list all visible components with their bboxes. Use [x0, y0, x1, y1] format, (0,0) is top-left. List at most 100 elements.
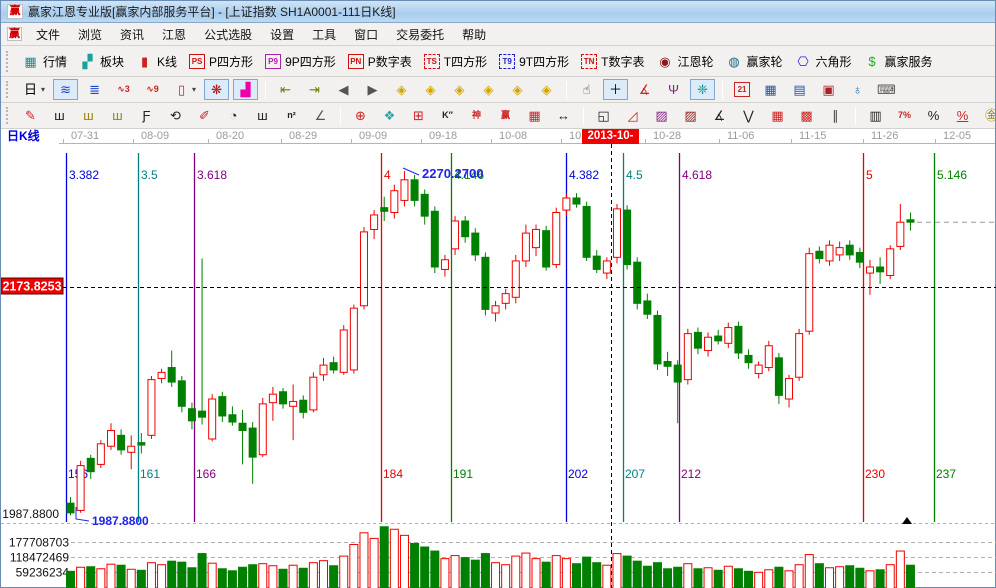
f-grid-icon[interactable]: Ƒ	[134, 105, 159, 126]
9t-square-button[interactable]: T99T四方形	[495, 51, 573, 72]
red-grid-2-icon[interactable]: ▩	[794, 105, 819, 126]
menu-item-tools[interactable]: 工具	[303, 23, 345, 46]
crop-box-icon[interactable]: ◱	[591, 105, 616, 126]
notes-icon[interactable]: ▤	[787, 79, 812, 100]
menu-item-settings[interactable]: 设置	[261, 23, 303, 46]
diamond-arrow-cross-icon[interactable]: ◈	[476, 79, 501, 100]
chan-wave-icon[interactable]: ≋	[53, 79, 78, 100]
t-number-table-button[interactable]: TNT数字表	[577, 51, 648, 72]
n-squared-icon[interactable]: n²	[279, 105, 304, 126]
period-day-icon[interactable]: 日▾	[18, 79, 49, 100]
menu-item-window[interactable]: 窗口	[345, 23, 387, 46]
smart-tool-icon[interactable]: ❈	[690, 79, 715, 100]
wave-3-icon[interactable]: ∿3	[111, 79, 136, 100]
stats-bars-icon[interactable]: ▥	[863, 105, 888, 126]
shen-grid-icon[interactable]: 神	[464, 105, 489, 126]
figure-tool-icon[interactable]: Ψ	[661, 79, 686, 100]
volume-bar	[846, 566, 854, 588]
menu-item-help[interactable]: 帮助	[453, 23, 495, 46]
percent-line-icon[interactable]: %	[950, 105, 975, 126]
spiral-icon[interactable]: ⟲	[163, 105, 188, 126]
diamond-arrow-left-icon[interactable]: ◈	[389, 79, 414, 100]
win-grid-icon[interactable]: 赢	[493, 105, 518, 126]
diamond-arrow-right-icon[interactable]: ◈	[418, 79, 443, 100]
circle-cross-icon[interactable]: ⊕	[348, 105, 373, 126]
candle-body	[624, 210, 631, 264]
candle-style-icon[interactable]: ▯▾	[169, 79, 200, 100]
pen-ruler-icon[interactable]: ✐	[192, 105, 217, 126]
sectors-button[interactable]: ▞板块	[75, 51, 128, 72]
red-grid-1-icon[interactable]: ▦	[765, 105, 790, 126]
percent-angle-icon[interactable]: 7%	[892, 105, 917, 126]
calculator-glyph: ▦	[762, 81, 779, 98]
gold-grid-2-icon[interactable]: ш	[105, 105, 130, 126]
calculator-icon[interactable]: ▦	[758, 79, 783, 100]
winner-service-button[interactable]: $赢家服务	[860, 51, 937, 72]
p-number-table-button[interactable]: PNP数字表	[344, 51, 416, 72]
web-browser-icon[interactable]: ♁	[845, 79, 870, 100]
diamond-zoom-all-icon[interactable]: ◈	[505, 79, 530, 100]
gann-web-icon[interactable]: ❖	[377, 105, 402, 126]
chart-canvas[interactable]: 177708703118472469592362343.3821563.5161…	[1, 144, 996, 588]
diamond-zoom-in-icon[interactable]: ◈	[534, 79, 559, 100]
number-grid-icon[interactable]: ▦	[522, 105, 547, 126]
computer-icon[interactable]: ⌨	[874, 79, 899, 100]
menu-item-browse[interactable]: 浏览	[69, 23, 111, 46]
next-bar-icon[interactable]: ▶	[360, 79, 385, 100]
candle-body	[441, 260, 448, 270]
hexagon-button[interactable]: ⎔六角形	[791, 51, 856, 72]
wave-points-icon[interactable]: ⋁	[736, 105, 761, 126]
period-day-dropdown-arrow[interactable]: ▾	[41, 85, 45, 94]
quotes-button[interactable]: ▦行情	[18, 51, 71, 72]
info-panel-icon[interactable]: ≣	[82, 79, 107, 100]
gann-web-box-icon[interactable]: ⊞	[406, 105, 431, 126]
volume-bar	[481, 554, 489, 588]
kline-button[interactable]: ▮K线	[132, 51, 181, 72]
menu-item-trade-entrust[interactable]: 交易委托	[387, 23, 453, 46]
prev-bar-icon[interactable]: ◀	[331, 79, 356, 100]
go-last-icon[interactable]: ⇥	[302, 79, 327, 100]
fan-box-icon[interactable]: ▨	[678, 105, 703, 126]
save-icon[interactable]: ▣	[816, 79, 841, 100]
candle-style-dropdown-arrow[interactable]: ▾	[192, 85, 196, 94]
go-first-icon[interactable]: ⇤	[273, 79, 298, 100]
crosshair-tool-icon[interactable]: ＋	[603, 79, 628, 100]
percent-icon[interactable]: %	[921, 105, 946, 126]
gann-wheel-button[interactable]: ◉江恩轮	[652, 51, 717, 72]
hand-tool-icon[interactable]: ☝	[574, 79, 599, 100]
volume-profile-icon[interactable]: ▟	[233, 79, 258, 100]
menu-item-info[interactable]: 资讯	[111, 23, 153, 46]
wave-9-icon[interactable]: ∿9	[140, 79, 165, 100]
9p-square-button[interactable]: P99P四方形	[261, 51, 340, 72]
menu-item-formula-stock-pick[interactable]: 公式选股	[195, 23, 261, 46]
winner-wheel-button[interactable]: ◍赢家轮	[721, 51, 786, 72]
comb-2-icon[interactable]: ш	[250, 105, 275, 126]
parallel-lines-icon[interactable]: ∥	[823, 105, 848, 126]
calendar-icon[interactable]: 21	[730, 80, 754, 99]
angle-set-icon[interactable]: ∡	[707, 105, 732, 126]
angle-line-icon[interactable]: ∠	[308, 105, 333, 126]
t-square-button[interactable]: TST四方形	[420, 51, 491, 72]
fan-purple-icon[interactable]: ▨	[649, 105, 674, 126]
diamond-arrow-leftright-icon[interactable]: ◈	[447, 79, 472, 100]
fan-box-glyph: ▨	[682, 107, 699, 124]
draw-pen-icon[interactable]: ✎	[18, 105, 43, 126]
gold-grid-1-icon[interactable]: ш	[76, 105, 101, 126]
candle-body	[128, 446, 135, 452]
chan-figure-icon[interactable]: ❋	[204, 79, 229, 100]
gann-ratio-label: 4.5	[626, 168, 643, 182]
gold-circle-icon[interactable]: ㊎	[979, 105, 996, 126]
p-square-button[interactable]: PSP四方形	[185, 51, 257, 72]
k-mark-icon[interactable]: K″	[435, 105, 460, 126]
toolbar-grip[interactable]	[6, 107, 11, 125]
grid-comb-icon[interactable]: ш	[47, 105, 72, 126]
menu-item-file[interactable]: 文件	[27, 23, 69, 46]
toolbar-grip[interactable]	[6, 81, 11, 99]
toolbar-grip[interactable]	[6, 51, 11, 72]
menu-item-gann[interactable]: 江恩	[153, 23, 195, 46]
angle-tool-icon[interactable]: ∡	[632, 79, 657, 100]
candle-body	[603, 261, 610, 273]
time-circle-icon[interactable]: ◔	[221, 105, 246, 126]
width-arrows-icon[interactable]: ↔	[551, 105, 576, 126]
fan-red-icon[interactable]: ◿	[620, 105, 645, 126]
